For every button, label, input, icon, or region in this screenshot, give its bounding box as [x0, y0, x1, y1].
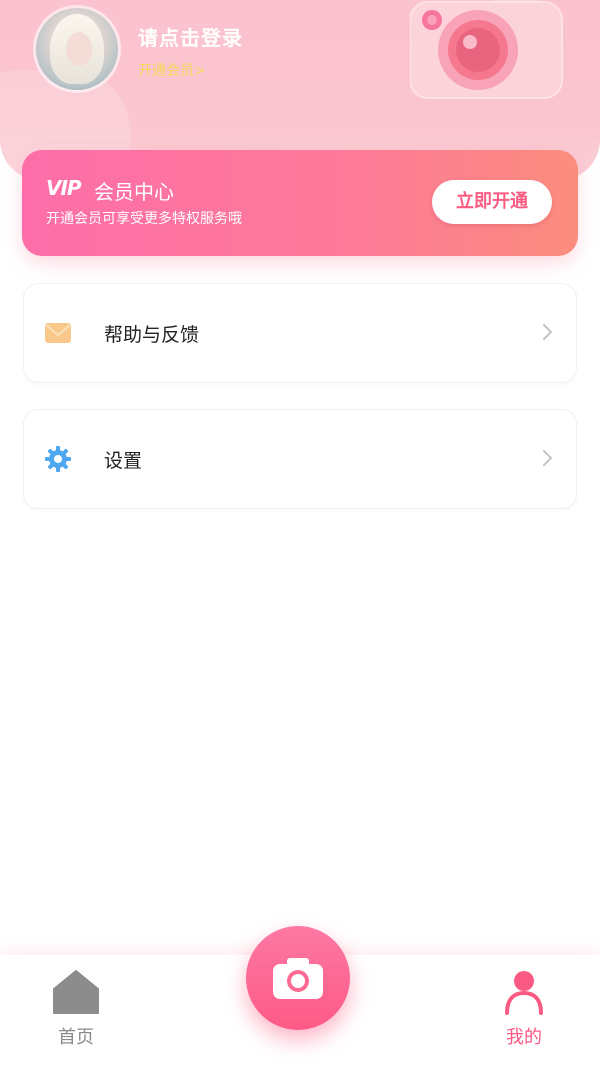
home-icon — [53, 970, 99, 1014]
user-icon — [505, 971, 543, 1015]
camera-illustration-icon — [410, 0, 563, 99]
envelope-icon — [45, 323, 71, 343]
login-prompt[interactable]: 请点击登录 — [138, 22, 243, 51]
menu-item-label: 帮助与反馈 — [104, 324, 200, 346]
vip-member-card[interactable]: VIP 会员中心 开通会员可享受更多特权服务哦 立即开通 — [22, 150, 578, 256]
chevron-right-icon — [543, 450, 553, 466]
menu-item-help-feedback[interactable]: 帮助与反馈 — [24, 284, 576, 382]
gear-icon — [45, 446, 71, 472]
nav-tab-mine[interactable]: 我的 — [486, 969, 562, 1049]
chevron-right-icon — [543, 324, 553, 340]
nav-tab-label: 首页 — [58, 1027, 94, 1048]
activate-vip-button[interactable]: 立即开通 — [432, 180, 552, 224]
vip-card-title: 会员中心 — [94, 180, 174, 204]
camera-icon — [273, 958, 323, 999]
menu-item-settings[interactable]: 设置 — [24, 410, 576, 508]
avatar[interactable] — [36, 8, 118, 90]
vip-card-description: 开通会员可享受更多特权服务哦 — [46, 211, 242, 227]
vip-badge: VIP — [46, 176, 82, 200]
avatar-face — [66, 32, 92, 66]
nav-tab-label: 我的 — [506, 1027, 542, 1048]
nav-tab-home[interactable]: 首页 — [38, 969, 114, 1049]
menu-item-label: 设置 — [104, 450, 143, 472]
camera-button[interactable] — [246, 926, 350, 1030]
open-vip-link[interactable]: 开通会员> — [138, 60, 206, 80]
